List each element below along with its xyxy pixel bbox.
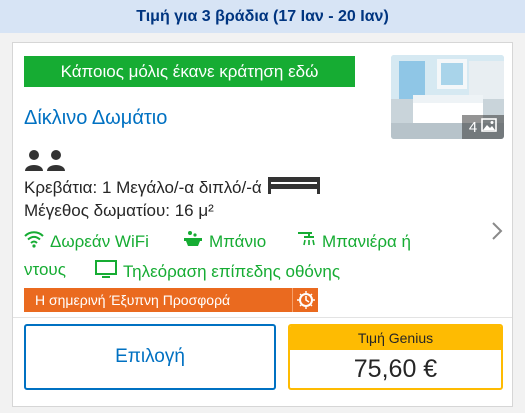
photo-count: 4: [468, 118, 478, 136]
amenity-shower-cont: ντους: [24, 260, 66, 280]
photo-count-badge: 4: [462, 115, 504, 139]
genius-price-box: Τιμή Genius 75,60 €: [288, 324, 503, 390]
size-text: Μέγεθος δωματίου: 16 μ²: [24, 201, 214, 220]
room-card[interactable]: Κάποιος μόλις έκανε κράτηση εδώ Δίκλινο …: [12, 42, 513, 407]
recent-booking-text: Κάποιος μόλις έκανε κράτηση εδώ: [60, 61, 319, 81]
deal-clock-icon: [292, 288, 318, 312]
amenity-shower: Μπανιέρα ή: [296, 230, 411, 253]
smart-deal-badge: Η σημερινή Έξυπνη Προσφορά: [24, 288, 318, 312]
amenity-wifi: Δωρεάν WiFi: [24, 230, 149, 253]
card-divider: [13, 317, 512, 318]
shower-icon: [296, 230, 316, 253]
smart-deal-text: Η σημερινή Έξυπνη Προσφορά: [35, 292, 231, 308]
double-bed-icon: [266, 175, 322, 200]
genius-price-label: Τιμή Genius: [290, 326, 501, 350]
room-title[interactable]: Δίκλινο Δωμάτιο: [24, 107, 167, 130]
chevron-right-icon[interactable]: [491, 221, 503, 246]
photo-icon: [481, 118, 497, 136]
select-button[interactable]: Επιλογή: [24, 324, 276, 390]
amenity-bath-text: Μπάνιο: [209, 231, 267, 251]
select-button-label: Επιλογή: [115, 346, 185, 367]
amenity-bath: Μπάνιο: [183, 230, 266, 253]
recent-booking-badge: Κάποιος μόλις έκανε κράτηση εδώ: [24, 56, 355, 87]
amenity-wifi-text: Δωρεάν WiFi: [50, 231, 149, 251]
amenity-shower-text: Μπανιέρα ή: [322, 231, 412, 251]
beds-line: Κρεβάτια: 1 Μεγάλο/-α διπλό/-ά: [24, 175, 322, 200]
guests-icon: [24, 149, 68, 171]
bath-icon: [183, 230, 203, 253]
genius-price-value: 75,60 €: [353, 354, 438, 383]
price-header: Τιμή για 3 βράδια (17 Ιαν - 20 Ιαν): [0, 0, 525, 33]
room-photo[interactable]: 4: [391, 55, 504, 139]
amenity-shower-cont-text: ντους: [24, 260, 66, 279]
amenity-tv-text: Τηλεόραση επίπεδης οθόνης: [123, 261, 341, 281]
tv-icon: [95, 260, 117, 283]
size-line: Μέγεθος δωματίου: 16 μ²: [24, 201, 214, 221]
amenity-tv: Τηλεόραση επίπεδης οθόνης: [95, 260, 340, 283]
wifi-icon: [24, 230, 44, 253]
beds-text: Κρεβάτια: 1 Μεγάλο/-α διπλό/-ά: [24, 177, 262, 197]
price-header-text: Τιμή για 3 βράδια (17 Ιαν - 20 Ιαν): [136, 7, 389, 25]
